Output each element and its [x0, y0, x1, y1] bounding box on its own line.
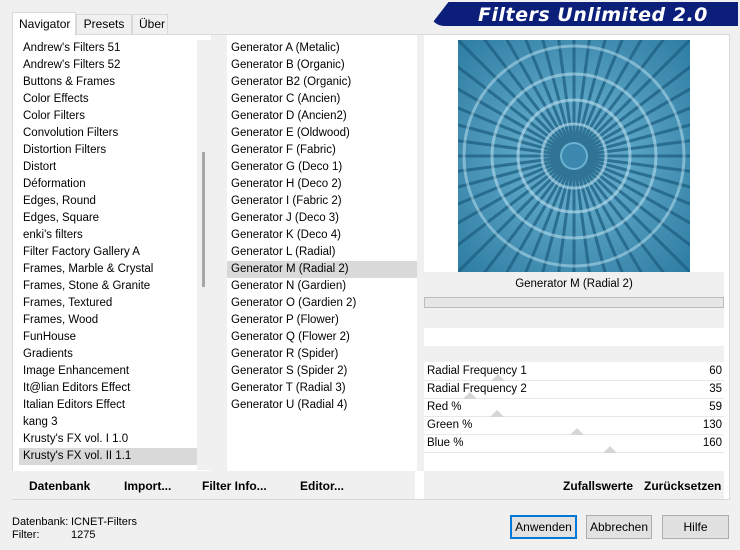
tab-navigator[interactable]: Navigator: [12, 12, 76, 36]
category-item[interactable]: Italian Editors Effect: [19, 397, 197, 414]
filter-item[interactable]: Generator N (Gardien): [227, 278, 417, 295]
category-item[interactable]: Color Filters: [19, 108, 197, 125]
category-item[interactable]: Gradients: [19, 346, 197, 363]
database-link[interactable]: Datenbank: [29, 479, 90, 493]
parameter-slider[interactable]: Blue % 160: [424, 435, 724, 453]
category-item[interactable]: Image Enhancement: [19, 363, 197, 380]
filter-item[interactable]: Generator Q (Flower 2): [227, 329, 417, 346]
category-item[interactable]: Krusty's FX vol. I 1.0: [19, 431, 197, 448]
divider: [211, 35, 227, 471]
slider-thumb[interactable]: [490, 410, 504, 417]
parameter-label: Red %: [427, 401, 462, 413]
category-scrollbar-thumb[interactable]: [202, 152, 205, 287]
filter-item[interactable]: Generator D (Ancien2): [227, 108, 417, 125]
filter-item[interactable]: Generator G (Deco 1): [227, 159, 417, 176]
reset-link[interactable]: Zurücksetzen: [644, 479, 721, 493]
slider-track[interactable]: [424, 450, 724, 453]
parameter-slider[interactable]: Green % 130: [424, 417, 724, 435]
filter-item[interactable]: Generator T (Radial 3): [227, 380, 417, 397]
category-item[interactable]: kang 3: [19, 414, 197, 431]
preview-image: [458, 40, 690, 272]
category-list[interactable]: Andrew's Filters 51 Andrew's Filters 52 Bu…: [19, 40, 197, 470]
category-item[interactable]: Color Effects: [19, 91, 197, 108]
randomize-link[interactable]: Zufallswerte: [563, 479, 633, 493]
filter-item[interactable]: Generator H (Deco 2): [227, 176, 417, 193]
app-title: Filters Unlimited 2.0: [478, 4, 708, 26]
category-item[interactable]: It@lian Editors Effect: [19, 380, 197, 397]
parameter-slider[interactable]: Radial Frequency 2 35: [424, 381, 724, 399]
slider-thumb[interactable]: [603, 446, 617, 453]
filter-item[interactable]: Generator P (Flower): [227, 312, 417, 329]
category-item[interactable]: Andrew's Filters 51: [19, 40, 197, 57]
category-item[interactable]: Frames, Textured: [19, 295, 197, 312]
filter-item[interactable]: Generator E (Oldwood): [227, 125, 417, 142]
category-item[interactable]: Frames, Wood: [19, 312, 197, 329]
category-scrollbar[interactable]: [197, 40, 211, 470]
import-link[interactable]: Import...: [124, 479, 171, 493]
apply-button[interactable]: Anwenden: [510, 515, 577, 539]
slider-thumb[interactable]: [463, 392, 477, 399]
status-filter-label: Filter:: [12, 529, 40, 541]
parameter-value: 130: [702, 419, 722, 431]
cancel-button[interactable]: Abbrechen: [586, 515, 652, 539]
parameter-label: Radial Frequency 1: [427, 365, 527, 377]
filter-item[interactable]: Generator I (Fabric 2): [227, 193, 417, 210]
divider: [417, 35, 424, 471]
filter-name-label: Generator M (Radial 2): [515, 278, 633, 290]
tab-about[interactable]: Über: [132, 14, 168, 34]
help-button[interactable]: Hilfe: [662, 515, 729, 539]
status-database-value: ICNET-Filters: [71, 516, 137, 528]
separator-strip: [424, 346, 724, 362]
filter-item[interactable]: Generator R (Spider): [227, 346, 417, 363]
editor-link[interactable]: Editor...: [300, 479, 344, 493]
filter-item[interactable]: Generator B (Organic): [227, 57, 417, 74]
category-item[interactable]: Frames, Stone & Granite: [19, 278, 197, 295]
slider-thumb[interactable]: [570, 428, 584, 435]
filter-list[interactable]: Generator A (Metalic) Generator B (Organi…: [227, 40, 417, 470]
category-item[interactable]: Distortion Filters: [19, 142, 197, 159]
filter-item[interactable]: Generator J (Deco 3): [227, 210, 417, 227]
filter-item[interactable]: Generator L (Radial): [227, 244, 417, 261]
filter-item[interactable]: Generator S (Spider 2): [227, 363, 417, 380]
parameter-label: Green %: [427, 419, 473, 431]
category-item[interactable]: Andrew's Filters 52: [19, 57, 197, 74]
slider-thumb[interactable]: [491, 374, 505, 381]
filter-item[interactable]: Generator O (Gardien 2): [227, 295, 417, 312]
filter-item[interactable]: Generator B2 (Organic): [227, 74, 417, 91]
category-item[interactable]: Frames, Marble & Crystal: [19, 261, 197, 278]
category-item[interactable]: Krusty's FX vol. II 1.1: [19, 448, 197, 465]
filter-item[interactable]: Generator M (Radial 2): [227, 261, 417, 278]
filter-item[interactable]: Generator A (Metalic): [227, 40, 417, 57]
category-item[interactable]: Convolution Filters: [19, 125, 197, 142]
filter-item[interactable]: Generator F (Fabric): [227, 142, 417, 159]
category-item[interactable]: Edges, Round: [19, 193, 197, 210]
filter-item[interactable]: Generator C (Ancien): [227, 91, 417, 108]
parameter-value: 60: [709, 365, 722, 377]
category-item[interactable]: Edges, Square: [19, 210, 197, 227]
category-item[interactable]: Distort: [19, 159, 197, 176]
status-database-label: Datenbank:: [12, 516, 69, 528]
parameter-value: 160: [702, 437, 722, 449]
tab-presets[interactable]: Presets: [76, 14, 132, 34]
category-item[interactable]: enki's filters: [19, 227, 197, 244]
category-item[interactable]: FunHouse: [19, 329, 197, 346]
status-filter-value: 1275: [71, 529, 96, 541]
filter-item[interactable]: Generator K (Deco 4): [227, 227, 417, 244]
filter-info-link[interactable]: Filter Info...: [202, 479, 267, 493]
parameter-label: Blue %: [427, 437, 464, 449]
parameter-value: 35: [709, 383, 722, 395]
category-item[interactable]: Buttons & Frames: [19, 74, 197, 91]
parameter-value: 59: [709, 401, 722, 413]
parameter-slider[interactable]: Radial Frequency 1 60: [424, 363, 724, 381]
filter-item[interactable]: Generator U (Radial 4): [227, 397, 417, 414]
category-item[interactable]: Déformation: [19, 176, 197, 193]
progress-bar: [424, 297, 724, 308]
parameter-slider[interactable]: Red % 59: [424, 399, 724, 417]
category-item[interactable]: Filter Factory Gallery A: [19, 244, 197, 261]
